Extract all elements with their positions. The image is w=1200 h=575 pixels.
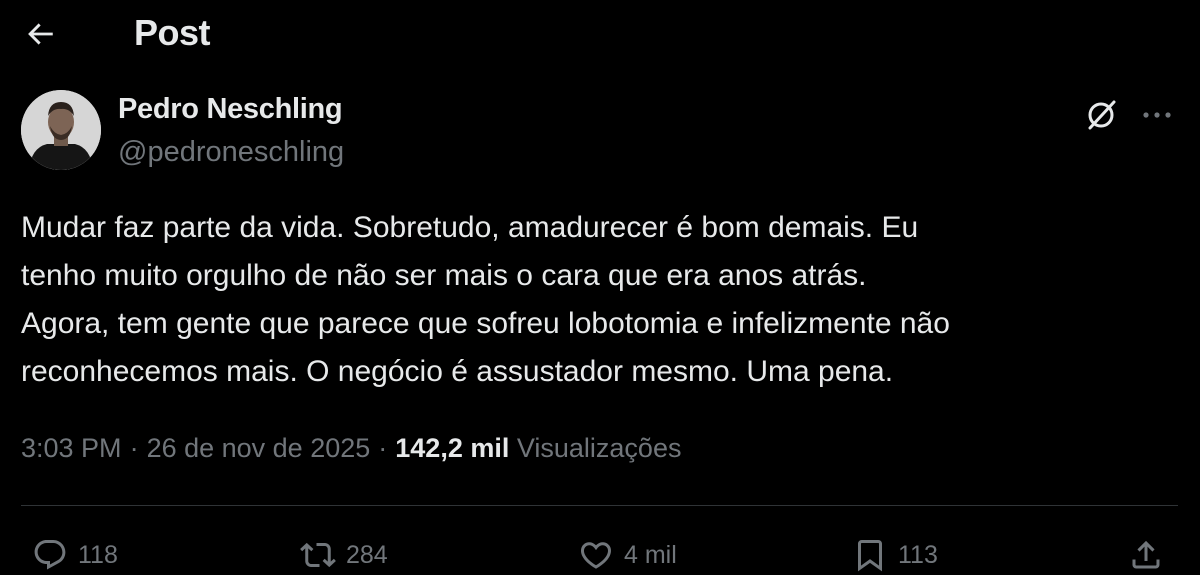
grok-button[interactable] bbox=[1080, 94, 1122, 136]
author-name[interactable]: Pedro Neschling bbox=[118, 93, 343, 126]
views-count: 142,2 mil bbox=[395, 433, 510, 463]
post-text-line: Mudar faz parte da vida. Sobretudo, amad… bbox=[21, 211, 919, 244]
more-options-button[interactable] bbox=[1136, 94, 1178, 136]
arrow-left-icon bbox=[28, 23, 53, 45]
repost-button[interactable]: 284 bbox=[300, 535, 388, 575]
bookmark-icon bbox=[858, 540, 882, 572]
share-button[interactable] bbox=[1128, 535, 1164, 575]
post-time[interactable]: 3:03 PM bbox=[21, 433, 122, 463]
divider bbox=[21, 505, 1178, 506]
grok-icon bbox=[1088, 100, 1116, 130]
bookmark-count: 113 bbox=[898, 540, 938, 569]
top-bar: Post bbox=[0, 0, 1200, 70]
avatar-photo bbox=[21, 90, 101, 170]
post-text: Mudar faz parte da vida. Sobretudo, amad… bbox=[21, 204, 1171, 396]
post-date[interactable]: 26 de nov de 2025 bbox=[147, 433, 371, 463]
avatar[interactable] bbox=[21, 90, 101, 170]
reply-count: 118 bbox=[78, 540, 118, 569]
reply-button[interactable]: 118 bbox=[32, 535, 118, 575]
like-button[interactable]: 4 mil bbox=[578, 535, 677, 575]
page-title: Post bbox=[134, 12, 211, 53]
post-text-line: Agora, tem gente que parece que sofreu l… bbox=[21, 307, 950, 340]
post-meta: 3:03 PM · 26 de nov de 2025 · 142,2 mil Visu… bbox=[21, 433, 681, 464]
post-text-line: tenho muito orgulho de não ser mais o ca… bbox=[21, 259, 867, 292]
heart-icon bbox=[580, 542, 612, 569]
more-horizontal-icon bbox=[1143, 112, 1171, 118]
like-count: 4 mil bbox=[624, 540, 677, 569]
views-label: Visualizações bbox=[516, 433, 682, 463]
meta-separator: · bbox=[378, 433, 388, 463]
author-handle[interactable]: @pedroneschling bbox=[118, 136, 344, 169]
repost-count: 284 bbox=[346, 540, 388, 569]
post-text-line: reconhecemos mais. O negócio é assustado… bbox=[21, 355, 894, 388]
back-button[interactable] bbox=[18, 14, 62, 54]
reply-icon bbox=[34, 540, 66, 570]
share-icon bbox=[1132, 540, 1160, 569]
repost-icon bbox=[300, 542, 336, 568]
meta-separator: · bbox=[129, 433, 139, 463]
bookmark-button[interactable]: 113 bbox=[852, 535, 938, 575]
